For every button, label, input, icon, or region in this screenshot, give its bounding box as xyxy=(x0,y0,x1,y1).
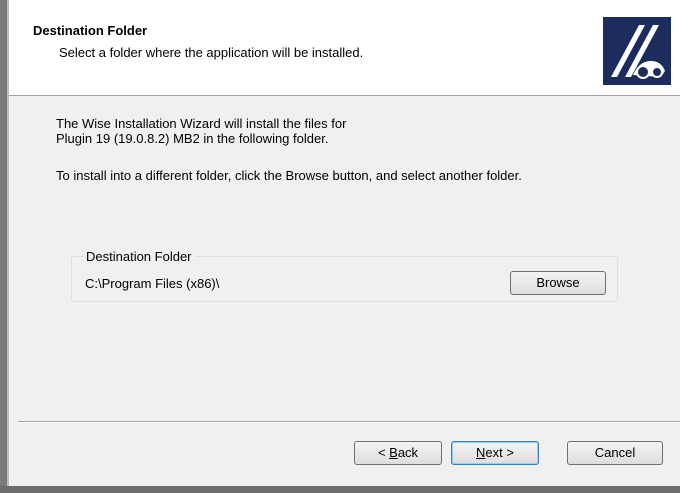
description-line-2: Plugin 19 (19.0.8.2) MB2 in the followin… xyxy=(56,131,329,146)
browse-instructions: To install into a different folder, clic… xyxy=(56,168,522,183)
install-description: The Wise Installation Wizard will instal… xyxy=(56,116,536,146)
page-subtitle: Select a folder where the application wi… xyxy=(59,45,364,60)
header-panel: Destination Folder Select a folder where… xyxy=(9,0,680,96)
back-prefix: < xyxy=(377,445,390,460)
wise-installer-logo-icon xyxy=(603,17,671,85)
installer-dialog: Destination Folder Select a folder where… xyxy=(0,0,680,493)
back-button[interactable]: < Back xyxy=(354,441,442,465)
back-mnemonic: B xyxy=(389,445,398,460)
next-mnemonic: N xyxy=(476,445,486,460)
back-label-rest: ack xyxy=(397,445,419,460)
browse-button[interactable]: Browse xyxy=(510,271,606,295)
next-label-rest: ext > xyxy=(485,445,514,460)
cancel-button[interactable]: Cancel xyxy=(567,441,663,465)
page-title: Destination Folder xyxy=(33,23,148,38)
content-panel: The Wise Installation Wizard will instal… xyxy=(9,96,680,486)
button-separator-highlight xyxy=(18,422,680,423)
description-line-1: The Wise Installation Wizard will instal… xyxy=(56,116,347,131)
next-button[interactable]: Next > xyxy=(451,441,539,465)
window-left-border xyxy=(0,0,9,493)
destination-path: C:\Program Files (x86)\ xyxy=(85,276,220,291)
window-bottom-border xyxy=(0,486,680,493)
destination-folder-label: Destination Folder xyxy=(83,249,195,264)
